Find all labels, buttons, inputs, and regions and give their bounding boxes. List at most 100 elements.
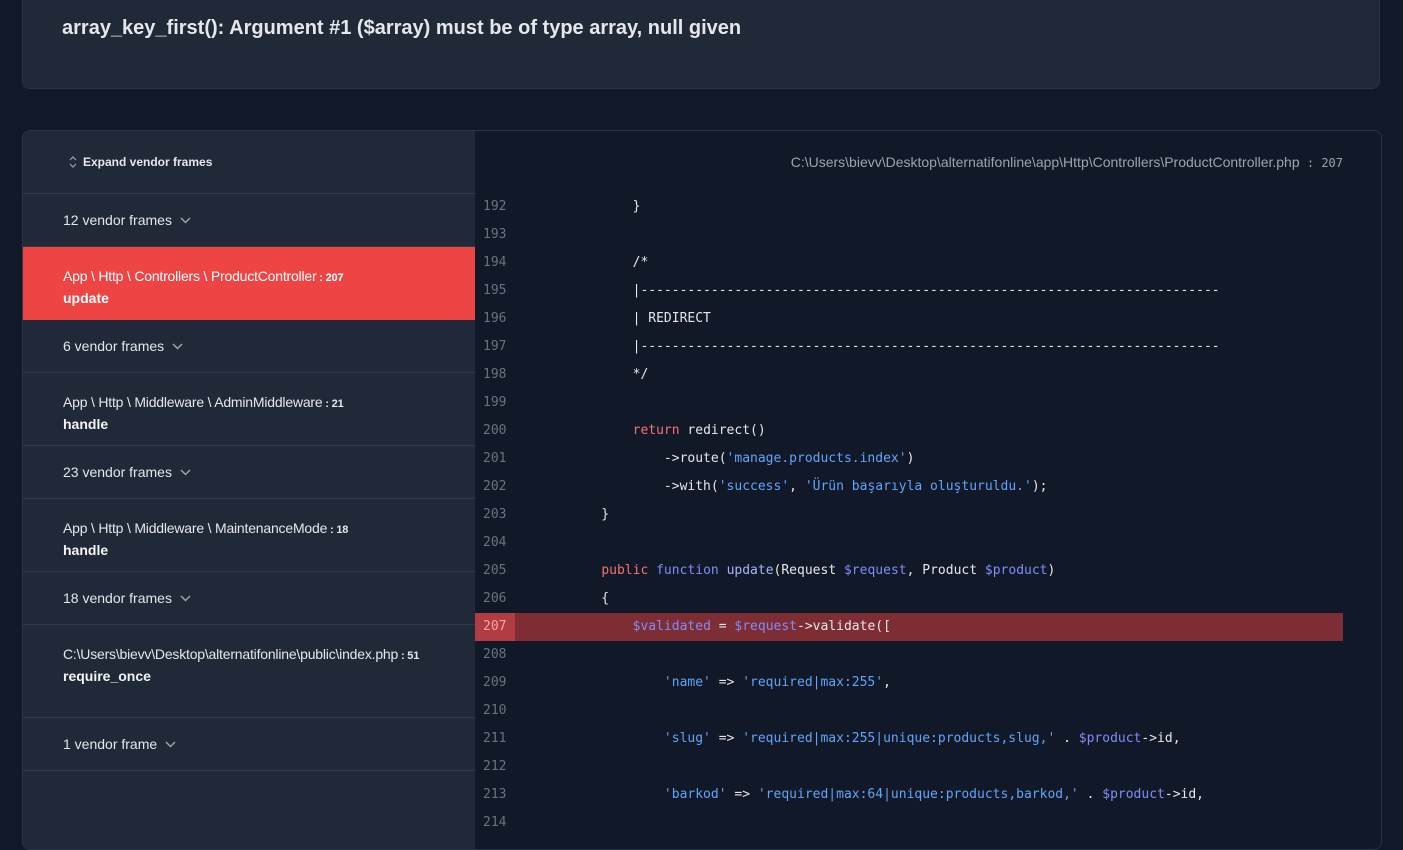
frame-method: require_once (63, 668, 151, 684)
vendor-frames-toggle[interactable]: 12 vendor frames (23, 194, 475, 247)
line-number: 212 (483, 759, 507, 774)
code-token: ); (1031, 479, 1048, 494)
frame-class-name: App \ Http \ Middleware \ MaintenanceMod… (63, 520, 328, 536)
code-token: , (883, 675, 891, 690)
code-token: 'required|max:64|unique:products,barkod,… (757, 787, 1079, 802)
code-text: 'name' => 'required|max:255', (515, 669, 891, 697)
code-lines: 192 } 193 194 /* 195 |---------------------… (475, 193, 1343, 837)
line-number: 203 (483, 507, 507, 522)
code-text: } (515, 501, 609, 529)
line-number: 208 (483, 647, 507, 662)
code-line: 201 ->route('manage.products.index') (475, 445, 1343, 473)
code-token: , Product (906, 563, 985, 578)
code-token: { (570, 591, 610, 606)
frame-line-number: 18 (336, 524, 349, 536)
code-token: } (570, 507, 610, 522)
code-text: { (515, 585, 609, 613)
frame-class-name: App \ Http \ Controllers \ ProductContro… (63, 268, 317, 284)
vendor-frames-toggle[interactable]: 23 vendor frames (23, 446, 475, 499)
code-token: ->route( (570, 451, 727, 466)
frame-method: handle (63, 542, 109, 558)
code-token: 'name' (663, 675, 711, 690)
chevron-down-icon (180, 468, 191, 476)
code-token: . (1078, 787, 1103, 802)
frame-class: App \ Http \ Middleware \ MaintenanceMod… (63, 520, 349, 536)
line-number: 202 (483, 479, 507, 494)
vendor-frames-label: 23 vendor frames (63, 464, 172, 480)
line-number: 196 (483, 311, 507, 326)
stack-frame[interactable]: App \ Http \ Middleware \ AdminMiddlewar… (23, 373, 475, 446)
code-token: */ (570, 367, 649, 382)
code-line: 197 |-----------------------------------… (475, 333, 1343, 361)
code-token: 'required|max:255|unique:products,slug,' (742, 731, 1056, 746)
stack-frame[interactable]: App \ Http \ Middleware \ MaintenanceMod… (23, 499, 475, 572)
code-text: | REDIRECT (515, 305, 711, 333)
frame-class: App \ Http \ Middleware \ AdminMiddlewar… (63, 394, 344, 410)
code-token: /* (570, 255, 649, 270)
line-number: 213 (483, 787, 507, 802)
code-token: ->id, (1164, 787, 1205, 802)
frame-line-number: 51 (407, 650, 420, 662)
code-line: 206 { (475, 585, 1343, 613)
vendor-frames-toggle[interactable]: 18 vendor frames (23, 572, 475, 625)
code-token: $request (734, 619, 798, 634)
code-line: 208 (475, 641, 1343, 669)
line-number: 209 (483, 675, 507, 690)
chevron-down-icon (180, 216, 191, 224)
code-text: public function update(Request $request,… (515, 557, 1055, 585)
code-token: ) (906, 451, 915, 466)
expand-row: Expand vendor frames (23, 131, 475, 194)
stack-frame[interactable]: C:\Users\bievv\Desktop\alternatifonline\… (23, 625, 475, 718)
line-number: 211 (483, 731, 507, 746)
line-number: 194 (483, 255, 507, 270)
file-path[interactable]: C:\Users\bievv\Desktop\alternatifonline\… (791, 154, 1343, 170)
expand-vendor-frames-button[interactable]: Expand vendor frames (63, 151, 219, 173)
line-number: 200 (483, 423, 507, 438)
vendor-frames-toggle[interactable]: 1 vendor frame (23, 718, 475, 771)
code-line: 205 public function update(Request $requ… (475, 557, 1343, 585)
code-token: => (710, 675, 743, 690)
code-line: 202 ->with('success', 'Ürün başarıyla ol… (475, 473, 1343, 501)
stack-trace-panel: Expand vendor frames 12 vendor frames App… (22, 130, 1382, 850)
file-path-text: C:\Users\bievv\Desktop\alternatifonline\… (790, 154, 1300, 170)
line-number: 210 (483, 703, 507, 718)
frames-container: 12 vendor frames App \ Http \ Controllers… (23, 194, 475, 771)
exception-header: array_key_first(): Argument #1 ($array) … (22, 0, 1380, 89)
vendor-frames-label: 12 vendor frames (63, 212, 172, 228)
code-token: | REDIRECT (570, 311, 711, 326)
code-token: => (726, 787, 758, 802)
chevron-down-icon (165, 740, 176, 748)
chevron-down-icon (180, 594, 191, 602)
line-number: 192 (483, 199, 507, 214)
code-token: , (789, 479, 805, 494)
stack-frame-active[interactable]: App \ Http \ Controllers \ ProductContro… (23, 247, 475, 320)
code-token: |---------------------------------------… (570, 283, 1220, 298)
code-line-highlighted: 207 $validated = $request->validate([ (475, 613, 1343, 641)
line-number: 205 (483, 563, 507, 578)
vendor-frames-toggle[interactable]: 6 vendor frames (23, 320, 475, 373)
code-line: 214 (475, 809, 1343, 837)
code-line: 213 'barkod' => 'required|max:64|unique:… (475, 781, 1343, 809)
line-number: 197 (483, 339, 507, 354)
code-text: } (515, 193, 641, 221)
code-token: 'required|max:255' (742, 675, 884, 690)
line-number: 214 (483, 815, 507, 830)
code-text: /* (515, 249, 649, 277)
code-line: 212 (475, 753, 1343, 781)
code-token: 'success' (718, 479, 790, 494)
code-text: 'barkod' => 'required|max:64|unique:prod… (515, 781, 1204, 809)
code-text: $validated = $request->validate([ (515, 613, 891, 641)
code-line: 204 (475, 529, 1343, 557)
code-token: |---------------------------------------… (570, 339, 1220, 354)
frame-method: handle (63, 416, 109, 432)
frame-line-number: 207 (325, 272, 344, 284)
vendor-frames-label: 6 vendor frames (63, 338, 165, 354)
